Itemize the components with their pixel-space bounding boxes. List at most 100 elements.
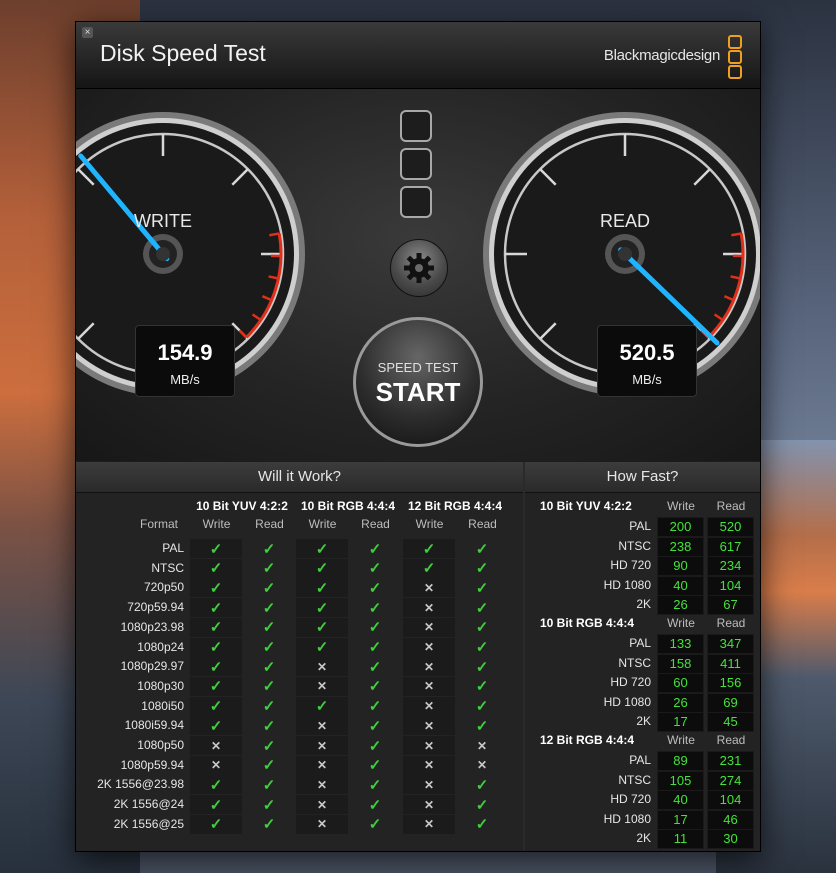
write-fps-value: 105	[657, 770, 704, 791]
check-icon: ✓	[475, 619, 489, 637]
check-icon: ✓	[262, 737, 276, 755]
format-row: 1080p30 ✓ ✓ ✕ ✓ ✕ ✓	[84, 676, 509, 696]
group-header: 10 Bit RGB 4:4:4	[300, 499, 396, 513]
how-fast-row: HD 1080 40 104	[535, 575, 755, 596]
how-fast-row: NTSC 238 617	[535, 536, 755, 557]
format-row: 1080i59.94 ✓ ✓ ✕ ✓ ✕ ✓	[84, 716, 509, 736]
check-icon: ✓	[190, 795, 242, 815]
will-it-work-panel: Will it Work? 10 Bit YUV 4:2:2 10 Bit RG…	[76, 462, 523, 851]
resolution-name: HD 720	[610, 675, 651, 689]
resolution-name: HD 1080	[603, 811, 651, 826]
resolution-name: NTSC	[618, 772, 651, 787]
cross-icon: ✕	[476, 738, 488, 753]
check-icon: ✓	[368, 717, 382, 735]
check-icon: ✓	[190, 598, 242, 618]
drive-slots	[400, 110, 434, 224]
check-icon: ✓	[262, 639, 276, 656]
write-fps-value: 11	[657, 829, 704, 849]
check-icon: ✓	[475, 579, 489, 597]
check-icon: ✓	[475, 796, 489, 814]
read-fps-value: 46	[707, 809, 754, 830]
check-icon: ✓	[262, 540, 276, 558]
write-column-header: Write	[202, 517, 231, 531]
check-icon: ✓	[368, 540, 382, 558]
how-fast-section-title: 10 Bit YUV 4:2:2	[540, 499, 632, 513]
how-fast-title: How Fast?	[525, 462, 760, 493]
gauge-needle-cap	[156, 247, 170, 261]
cross-icon: ✕	[403, 696, 455, 716]
check-icon: ✓	[262, 658, 276, 676]
gauge-redline-tick	[269, 232, 280, 237]
format-name: 1080p59.94	[120, 757, 184, 772]
how-fast-row: 2K 17 45	[535, 712, 755, 732]
how-fast-row: 2K 26 67	[535, 595, 755, 615]
format-row: 1080p50 ✕ ✓ ✕ ✓ ✕ ✕	[84, 736, 509, 755]
resolution-name: HD 1080	[603, 577, 651, 592]
read-gauge-label: READ	[599, 211, 650, 231]
check-icon: ✓	[296, 637, 348, 657]
check-icon: ✓	[262, 579, 276, 597]
format-name: NTSC	[151, 560, 184, 575]
read-fps-value: 104	[707, 575, 754, 596]
format-name: 1080i59.94	[124, 718, 184, 733]
cross-icon: ✕	[296, 676, 348, 696]
slot-indicator-icon	[400, 110, 432, 142]
cross-icon: ✕	[476, 758, 488, 773]
format-row: 1080p29.97 ✓ ✓ ✕ ✓ ✕ ✓	[84, 657, 509, 677]
format-row: 1080p59.94 ✕ ✓ ✕ ✓ ✕ ✕	[84, 755, 509, 775]
gauge-area: WRITE 154.9 MB/s SPEED TEST START READ 5…	[76, 89, 760, 461]
how-fast-row: 2K 11 30	[535, 829, 755, 849]
check-icon: ✓	[190, 814, 242, 834]
check-icon: ✓	[190, 657, 242, 677]
check-icon: ✓	[475, 599, 489, 617]
resolution-name: NTSC	[618, 655, 651, 670]
slot-indicator-icon	[400, 186, 432, 218]
check-icon: ✓	[368, 658, 382, 676]
format-row: 720p59.94 ✓ ✓ ✓ ✓ ✕ ✓	[84, 598, 509, 618]
speed-test-start-button[interactable]: SPEED TEST START	[353, 317, 483, 447]
read-column-header: Read	[716, 733, 746, 747]
cross-icon: ✕	[403, 795, 455, 815]
format-column-header: Format	[140, 517, 179, 531]
resolution-name: 2K	[636, 714, 651, 728]
check-icon: ✓	[368, 678, 382, 696]
cross-icon: ✕	[403, 775, 455, 795]
resolution-name: PAL	[629, 753, 651, 767]
brand-name: Blackmagicdesign	[603, 47, 720, 64]
resolution-name: HD 720	[610, 558, 651, 572]
cross-icon: ✕	[296, 775, 348, 795]
check-icon: ✓	[475, 639, 489, 656]
write-speed-value: 154.9	[157, 340, 213, 365]
read-fps-value: 104	[707, 790, 754, 810]
check-icon: ✓	[262, 816, 276, 834]
start-button-label: START	[375, 377, 461, 407]
format-row: PAL ✓ ✓ ✓ ✓ ✓ ✓	[84, 539, 509, 558]
check-icon: ✓	[262, 776, 276, 794]
cross-icon: ✕	[296, 814, 348, 834]
check-icon: ✓	[190, 716, 242, 736]
cross-icon: ✕	[403, 755, 455, 775]
cross-icon: ✕	[190, 736, 242, 755]
write-column-header: Write	[308, 517, 337, 531]
write-fps-value: 200	[657, 517, 704, 537]
read-fps-value: 520	[707, 517, 754, 537]
close-button[interactable]: ×	[82, 27, 93, 38]
check-icon: ✓	[190, 558, 242, 578]
how-fast-row: NTSC 105 274	[535, 770, 755, 791]
check-icon: ✓	[368, 698, 382, 716]
how-fast-row: PAL 133 347	[535, 634, 755, 654]
gear-icon	[404, 253, 434, 283]
will-it-work-title: Will it Work?	[76, 462, 523, 493]
slot-indicator-icon	[400, 148, 432, 180]
gauge-needle-cap	[618, 247, 632, 261]
title-bar[interactable]: × Disk Speed Test Blackmagicdesign	[76, 22, 760, 89]
check-icon: ✓	[475, 717, 489, 735]
check-icon: ✓	[368, 796, 382, 814]
how-fast-row: HD 1080 17 46	[535, 809, 755, 830]
format-row: 720p50 ✓ ✓ ✓ ✓ ✕ ✓	[84, 578, 509, 598]
how-fast-row: PAL 200 520	[535, 517, 755, 537]
settings-button[interactable]	[390, 239, 448, 297]
check-icon: ✓	[475, 540, 489, 558]
check-icon: ✓	[296, 617, 348, 637]
write-fps-value: 133	[657, 634, 704, 654]
